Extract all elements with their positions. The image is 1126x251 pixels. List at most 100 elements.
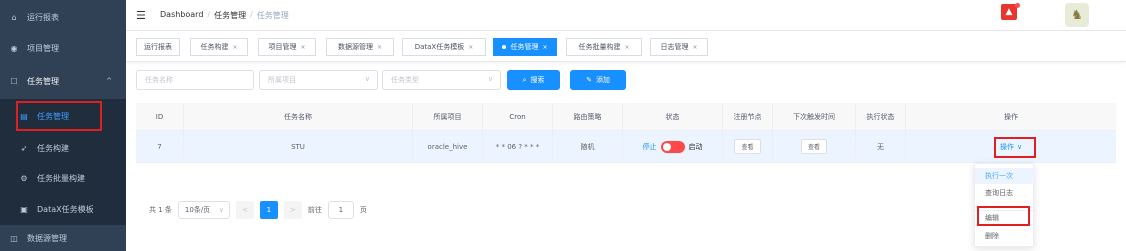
close-icon[interactable]: ×: [542, 44, 547, 51]
tag-label: 日志管理: [660, 43, 689, 51]
task-type-select[interactable]: 任务类型 ∨: [382, 70, 501, 90]
column-header: 执行状态: [856, 103, 906, 130]
cell-task-name: STU: [184, 131, 413, 162]
status-start-label: 启动: [688, 142, 703, 151]
tag-projects[interactable]: 项目管理 ×: [258, 38, 316, 56]
app-root: ⌂ 运行报表 ◉ 项目管理 ☐ 任务管理 ^ ▤ 任务管理 ➶ 任务构建 ⚙ 任…: [0, 0, 1126, 251]
gear-icon: ⚙: [20, 173, 28, 183]
hamburger-icon[interactable]: ☰: [136, 9, 150, 22]
cell-status: 停止 启动: [623, 131, 723, 162]
tag-batch-build[interactable]: 任务批量构建 ×: [566, 38, 642, 56]
tag-label: 项目管理: [268, 43, 297, 51]
goto-label: 前往: [307, 206, 322, 214]
prev-page-button[interactable]: <: [235, 201, 254, 219]
sidebar-item-datasource[interactable]: ◫ 数据源管理: [0, 225, 126, 251]
project-placeholder: 所属项目: [268, 76, 296, 84]
sidebar-item-label: DataX任务模板: [37, 204, 94, 214]
table-header: ID 任务名称 所属项目 Cron 路由策略 状态 注册节点 下次触发时间 执行…: [136, 103, 1116, 131]
column-header: 注册节点: [723, 103, 773, 130]
sidebar: ⌂ 运行报表 ◉ 项目管理 ☐ 任务管理 ^ ▤ 任务管理 ➶ 任务构建 ⚙ 任…: [0, 0, 126, 251]
navbar: ☰ Dashboard / 任务管理 / 任务管理: [126, 0, 1126, 31]
tag-datax-template[interactable]: DataX任务模板 ×: [402, 38, 486, 56]
cell-registry: 查看: [723, 131, 773, 162]
sidebar-item-task-build[interactable]: ➶ 任务构建: [0, 133, 126, 163]
sidebar-item-projects[interactable]: ◉ 项目管理: [0, 33, 126, 63]
sidebar-item-label: 运行报表: [27, 12, 59, 22]
column-header: ID: [136, 103, 184, 130]
breadcrumb: Dashboard / 任务管理 / 任务管理: [160, 10, 289, 21]
close-icon[interactable]: ×: [624, 44, 629, 51]
menu-item-delete[interactable]: 删除: [975, 228, 1035, 244]
page-unit-label: 页: [359, 206, 367, 214]
close-icon[interactable]: ×: [692, 44, 697, 51]
view-next-trigger-button[interactable]: 查看: [800, 139, 827, 154]
tag-task-manage[interactable]: 任务管理 ×: [493, 38, 557, 56]
breadcrumb-home[interactable]: Dashboard: [160, 10, 203, 21]
menu-item-query-log[interactable]: 查询日志: [975, 185, 1035, 201]
status-stop-label: 停止: [642, 142, 657, 151]
tag-label: DataX任务模板: [414, 43, 465, 51]
sidebar-item-label: 任务构建: [37, 143, 69, 153]
project-icon: ◉: [10, 43, 18, 53]
next-page-button[interactable]: >: [283, 201, 302, 219]
sidebar-group-tasks[interactable]: ☐ 任务管理 ^: [0, 66, 126, 96]
pagination: 共 1 条 10条/页 ∨ < 1 > 前往 1 页: [149, 201, 367, 219]
chevron-up-icon: ^: [106, 77, 112, 85]
close-icon[interactable]: ×: [377, 44, 382, 51]
avatar[interactable]: ♞: [1065, 3, 1089, 27]
sidebar-item-label: 任务批量构建: [37, 173, 85, 183]
sidebar-item-batch-build[interactable]: ⚙ 任务批量构建: [0, 163, 126, 193]
avatar-icon: ♞: [1071, 7, 1083, 23]
sidebar-item-label: 数据源管理: [27, 233, 67, 243]
close-icon[interactable]: ×: [300, 44, 305, 51]
close-icon[interactable]: ×: [468, 44, 473, 51]
tag-label: 运行报表: [144, 43, 172, 51]
project-select[interactable]: 所属项目 ∨: [259, 70, 378, 90]
goto-page-input[interactable]: 1: [327, 201, 354, 219]
search-button-label: 搜索: [530, 76, 545, 84]
pagination-total: 共 1 条: [149, 206, 172, 214]
tag-task-build[interactable]: 任务构建 ×: [190, 38, 248, 56]
table-row: 7 STU oracle_hive * * 06 ? * * * 随机 停止 启…: [136, 131, 1116, 163]
breadcrumb-separator: /: [250, 9, 253, 19]
column-header: 状态: [623, 103, 723, 130]
task-name-input[interactable]: 任务名称: [136, 70, 254, 90]
task-name-placeholder: 任务名称: [145, 76, 173, 84]
database-icon: ◫: [10, 233, 18, 243]
dashboard-icon: ⌂: [11, 12, 17, 22]
page-size-value: 10条/页: [184, 206, 211, 214]
cell-next-trigger: 查看: [773, 131, 856, 162]
chevron-down-icon: ∨: [364, 75, 370, 83]
search-icon: ⌕: [522, 75, 527, 84]
status-toggle[interactable]: [660, 140, 685, 153]
sidebar-item-label: 项目管理: [27, 43, 59, 53]
tag-label: 数据源管理: [337, 43, 373, 51]
column-header: 操作: [1004, 112, 1018, 121]
highlight-box: [994, 137, 1036, 158]
tag-datasource[interactable]: 数据源管理 ×: [326, 38, 394, 56]
task-icon: ☐: [10, 76, 18, 86]
sidebar-item-datax-template[interactable]: ▣ DataX任务模板: [0, 193, 126, 225]
close-icon[interactable]: ×: [232, 44, 237, 51]
search-button[interactable]: ⌕ 搜索: [507, 70, 560, 90]
cell-route: 随机: [553, 131, 623, 162]
tag-dashboard[interactable]: 运行报表: [136, 38, 180, 56]
tag-logs[interactable]: 日志管理 ×: [650, 38, 708, 56]
page-size-select[interactable]: 10条/页 ∨: [177, 201, 230, 219]
page-number-button[interactable]: 1: [259, 201, 278, 219]
view-registry-button[interactable]: 查看: [734, 139, 761, 154]
active-dot-icon: [502, 45, 507, 49]
tag-label: 任务构建: [200, 43, 229, 51]
cell-id: 7: [136, 131, 184, 162]
sidebar-item-dashboard[interactable]: ⌂ 运行报表: [0, 2, 126, 32]
add-button[interactable]: ✎ 添加: [570, 70, 626, 90]
column-header: 任务名称: [184, 103, 413, 130]
add-button-label: 添加: [595, 76, 610, 84]
tag-label: 任务批量构建: [578, 43, 621, 51]
column-header: 路由策略: [553, 103, 623, 130]
breadcrumb-current: 任务管理: [256, 10, 289, 20]
highlight-box: [977, 206, 1030, 226]
operations-menu: 执行一次 查询日志 编辑 删除: [974, 163, 1035, 247]
menu-item-run-once[interactable]: 执行一次: [975, 168, 1035, 184]
breadcrumb-parent: 任务管理: [214, 10, 247, 20]
